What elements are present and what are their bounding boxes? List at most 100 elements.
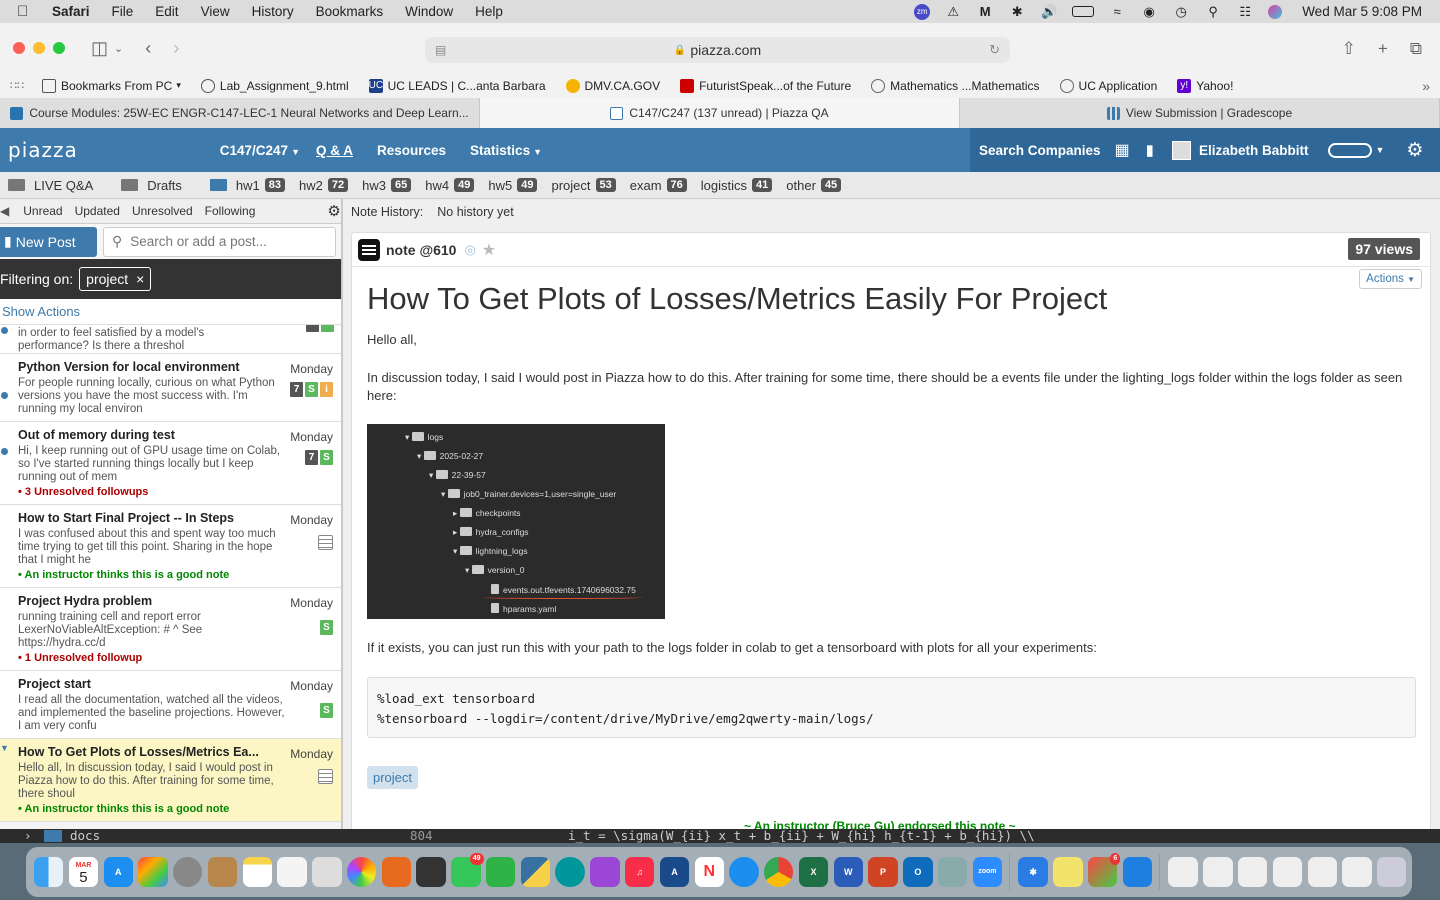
launchpad-icon[interactable] — [138, 857, 168, 887]
piazza-logo[interactable]: piazza — [8, 138, 78, 162]
menu-history[interactable]: History — [252, 4, 294, 19]
user-name[interactable]: Elizabeth Babbitt — [1199, 143, 1309, 158]
bookmark-ucapp[interactable]: UC Application — [1059, 78, 1157, 93]
menu-edit[interactable]: Edit — [155, 4, 178, 19]
search-companies-link[interactable]: Search Companies — [979, 143, 1101, 158]
bookmark-lab9[interactable]: Lab_Assignment_9.html — [200, 78, 349, 93]
sidebar-toggle-icon[interactable]: ◫ — [91, 38, 108, 59]
music-icon[interactable]: ♫ — [625, 857, 655, 887]
excel-icon[interactable]: X — [798, 857, 829, 887]
actions-dropdown[interactable]: Actions ▼ — [1359, 269, 1422, 289]
podcasts-icon[interactable] — [590, 857, 620, 887]
nav-resources[interactable]: Resources — [377, 143, 446, 158]
bluetooth-icon[interactable]: ✱ — [1008, 4, 1026, 19]
contacts-icon[interactable] — [207, 857, 238, 887]
watch-icon[interactable]: ◎ — [464, 242, 475, 258]
list-item[interactable]: Python Version for local environment For… — [0, 354, 341, 422]
new-tab-icon[interactable]: + — [1378, 39, 1388, 59]
close-icon[interactable]: × — [136, 271, 144, 287]
chat-icon[interactable]: ▮ — [1146, 141, 1154, 159]
tab-overview-icon[interactable]: ⧉ — [1410, 39, 1422, 59]
app-grid-icon[interactable]: 6 — [1087, 853, 1121, 887]
bookmark-dmv[interactable]: DMV.CA.GOV — [565, 78, 660, 93]
notes-icon[interactable] — [242, 857, 272, 887]
status-toggle[interactable] — [1328, 142, 1373, 158]
minimize-window-button[interactable] — [33, 42, 45, 54]
caret-down-icon[interactable]: ▼ — [1375, 145, 1384, 155]
bookmark-futurist[interactable]: FuturistSpeak...of the Future — [680, 78, 851, 93]
finder-icon[interactable] — [34, 857, 64, 887]
numbers-icon[interactable] — [485, 857, 516, 887]
share-icon[interactable]: ⇧ — [1342, 39, 1356, 59]
nav-statistics[interactable]: Statistics ▼ — [470, 143, 542, 158]
search-icon[interactable]: ⚲ — [1204, 4, 1222, 19]
folder-hw2[interactable]: hw2 72 — [299, 178, 349, 193]
forward-button[interactable]: › — [173, 38, 179, 59]
menu-view[interactable]: View — [201, 4, 230, 19]
folder-drafts[interactable]: Drafts — [121, 178, 182, 193]
collapse-arrow-icon[interactable]: ◀ — [0, 204, 9, 218]
menu-file[interactable]: File — [112, 4, 134, 19]
fullscreen-window-button[interactable] — [53, 42, 65, 54]
time-machine-icon[interactable]: ◷ — [1172, 4, 1190, 19]
avatar[interactable] — [1171, 140, 1191, 160]
outlook-icon[interactable]: O — [903, 857, 933, 887]
window-thumbnail-icon[interactable] — [1203, 857, 1233, 887]
folder-exam[interactable]: exam 76 — [630, 178, 687, 193]
tag-project[interactable]: project — [367, 766, 419, 789]
star-icon[interactable]: ★ — [482, 240, 496, 260]
tab-piazza[interactable]: C147/C247 (137 unread) | Piazza QA — [480, 98, 960, 128]
bookmark-math[interactable]: Mathematics ...Mathematics — [871, 78, 1040, 93]
battery-icon[interactable] — [1072, 6, 1095, 17]
menu-bar-clock[interactable]: Wed Mar 5 9:08 PM — [1302, 4, 1422, 19]
stickies-icon[interactable] — [1053, 857, 1083, 887]
calendar-icon[interactable]: ▦ — [1115, 140, 1130, 160]
list-item-selected[interactable]: ▼ How To Get Plots of Losses/Metrics Ea.… — [0, 739, 341, 822]
control-center-icon[interactable]: ☷ — [1236, 4, 1254, 19]
screenshot-icon[interactable] — [312, 857, 342, 887]
siri-icon[interactable] — [1268, 4, 1283, 19]
back-button[interactable]: ‹ — [145, 38, 151, 59]
window-thumbnail-icon[interactable] — [1168, 857, 1198, 887]
window-thumbnail-icon[interactable] — [1307, 857, 1337, 887]
course-selector[interactable]: C147/C247 ▼ — [220, 143, 300, 158]
chevron-down-icon[interactable]: ⌄ — [114, 42, 123, 55]
instruments-icon[interactable]: A — [659, 857, 690, 887]
filter-unread[interactable]: Unread — [23, 204, 62, 218]
address-bar[interactable]: ▤ 🔒 piazza.com ↻ — [425, 37, 1010, 63]
bookmark-ucleads[interactable]: UC UC LEADS | C...anta Barbara — [368, 78, 546, 93]
preview-icon[interactable] — [937, 857, 968, 887]
app-store-icon[interactable]: A — [103, 857, 133, 887]
close-window-button[interactable] — [13, 42, 25, 54]
filter-updated[interactable]: Updated — [75, 204, 120, 218]
apple-menu-icon[interactable]:  — [17, 3, 37, 20]
bookmark-pc[interactable]: Bookmarks From PC ▾ — [42, 78, 181, 93]
list-item[interactable]: Out of memory during test Hi, I keep run… — [0, 422, 341, 505]
list-item[interactable]: How to Start Final Project -- In Steps I… — [0, 505, 341, 588]
folder-hw4[interactable]: hw4 49 — [425, 178, 475, 193]
show-actions-link[interactable]: Show Actions — [0, 299, 341, 325]
menu-bookmarks[interactable]: Bookmarks — [316, 4, 384, 19]
zoom-icon[interactable]: zm — [914, 3, 931, 20]
nav-qa[interactable]: Q & A — [316, 143, 353, 158]
folder-other[interactable]: other 45 — [786, 178, 842, 193]
list-item[interactable]: Project Hydra problem running training c… — [0, 588, 341, 671]
powerpoint-icon[interactable]: P — [868, 857, 898, 887]
more-bookmarks-icon[interactable]: » — [1422, 78, 1430, 94]
list-item[interactable]: in order to feel satisfied by a model's … — [0, 325, 341, 354]
matlab-icon[interactable] — [381, 857, 412, 887]
messages-icon[interactable]: 49 — [451, 853, 484, 887]
tab-course-modules[interactable]: Course Modules: 25W-EC ENGR-C147-LEC-1 N… — [0, 98, 480, 128]
gear-icon[interactable]: ⚙▾ — [327, 202, 341, 220]
window-thumbnail-icon[interactable] — [1272, 857, 1303, 887]
alert-icon[interactable]: ⚠ — [944, 4, 962, 19]
folder-logistics[interactable]: logistics 41 — [701, 178, 773, 193]
window-thumbnail-icon[interactable] — [1342, 857, 1372, 887]
system-settings-icon[interactable] — [173, 857, 203, 887]
window-thumbnail-icon[interactable] — [1238, 857, 1268, 887]
folder-project[interactable]: project 53 — [551, 178, 616, 193]
list-item[interactable]: Project start I read all the documentati… — [0, 671, 341, 739]
photos-icon[interactable] — [346, 857, 377, 887]
python-icon[interactable] — [520, 857, 551, 887]
arduino-icon[interactable] — [555, 857, 585, 887]
